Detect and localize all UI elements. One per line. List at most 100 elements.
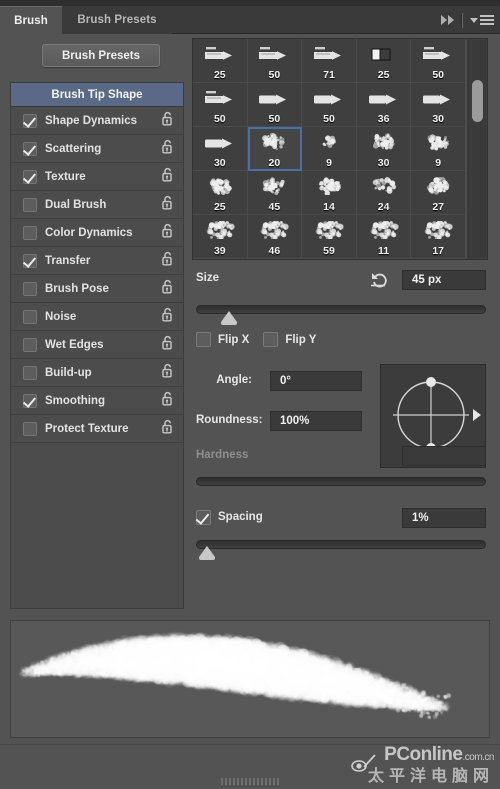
resize-grip[interactable] xyxy=(221,778,279,785)
spacing-slider-thumb[interactable] xyxy=(198,546,215,560)
lock-open-icon[interactable] xyxy=(161,279,174,299)
brush-tip-cell[interactable]: 14 xyxy=(302,171,357,215)
option-checkbox[interactable] xyxy=(23,337,37,352)
brush-tip-size: 30 xyxy=(213,157,226,169)
sidebar-item-wet-edges[interactable]: Wet Edges xyxy=(11,331,183,359)
sidebar-item-protect-texture[interactable]: Protect Texture xyxy=(11,415,183,443)
lock-open-icon[interactable] xyxy=(161,195,174,215)
double-chevron-right-icon[interactable] xyxy=(441,15,454,25)
reset-arrow-icon[interactable] xyxy=(370,270,390,288)
brush-tip-cell[interactable]: 27 xyxy=(411,171,466,215)
option-checkbox[interactable] xyxy=(23,309,37,324)
sidebar-item-texture[interactable]: Texture xyxy=(11,163,183,191)
angle-value-field[interactable]: 0° xyxy=(270,371,362,391)
brush-tip-cell[interactable]: 39 xyxy=(193,215,248,259)
lock-open-icon[interactable] xyxy=(161,251,174,271)
brush-tip-cell[interactable]: 24 xyxy=(356,171,412,215)
spacing-checkbox[interactable] xyxy=(196,510,211,525)
lock-open-icon[interactable] xyxy=(161,363,174,383)
brush-tip-cell[interactable]: 20 xyxy=(247,127,303,171)
spacing-value-field[interactable]: 1% xyxy=(402,508,486,528)
brush-tip-cell[interactable]: 11 xyxy=(356,215,412,259)
sidebar-item-smoothing[interactable]: Smoothing xyxy=(11,387,183,415)
option-checkbox[interactable] xyxy=(23,365,37,380)
brush-grid-scrollbar[interactable] xyxy=(466,40,486,258)
brush-tip-cell[interactable]: 17 xyxy=(411,215,466,259)
sidebar-item-transfer[interactable]: Transfer xyxy=(11,247,183,275)
size-slider-thumb[interactable] xyxy=(220,311,237,325)
sidebar-item-color-dynamics[interactable]: Color Dynamics xyxy=(11,219,183,247)
tab-brush-presets[interactable]: Brush Presets xyxy=(62,6,172,34)
panel-tab-bar: Brush Brush Presets xyxy=(0,6,500,34)
lock-open-icon[interactable] xyxy=(161,167,174,187)
option-label: Brush Pose xyxy=(45,282,109,295)
brush-tip-cell[interactable]: 45 xyxy=(247,171,303,215)
size-slider[interactable] xyxy=(196,305,486,325)
option-label: Build-up xyxy=(45,366,92,379)
sidebar-item-scattering[interactable]: Scattering xyxy=(11,135,183,163)
brush-tip-size: 9 xyxy=(326,157,332,169)
brush-tip-cell[interactable]: 71 xyxy=(302,39,357,83)
option-checkbox[interactable] xyxy=(23,393,37,408)
roundness-row: Roundness: 100% xyxy=(192,411,378,431)
size-value-field[interactable]: 45 px xyxy=(402,270,486,290)
brush-tip-cell[interactable]: 50 xyxy=(247,83,303,127)
sidebar-item-noise[interactable]: Noise xyxy=(11,303,183,331)
option-checkbox[interactable] xyxy=(23,225,37,240)
brush-preview-toggle-icon[interactable] xyxy=(350,753,380,775)
brush-tip-size: 46 xyxy=(268,245,281,257)
spacing-slider[interactable] xyxy=(196,540,486,560)
option-label: Scattering xyxy=(45,142,102,155)
brush-tip-size: 14 xyxy=(323,201,335,213)
brush-tip-cell[interactable]: 9 xyxy=(411,127,466,171)
panel-menu-icon[interactable] xyxy=(470,15,494,25)
flip-x-checkbox[interactable] xyxy=(196,332,211,347)
option-checkbox[interactable] xyxy=(23,421,37,436)
lock-open-icon[interactable] xyxy=(161,307,174,327)
lock-open-icon[interactable] xyxy=(161,139,174,159)
brush-tip-cell[interactable]: 36 xyxy=(356,83,412,127)
brush-tip-cell[interactable]: 30 xyxy=(356,127,412,171)
lock-open-icon[interactable] xyxy=(161,391,174,411)
lock-open-icon[interactable] xyxy=(161,335,174,355)
roundness-value-field[interactable]: 100% xyxy=(270,411,362,431)
lock-open-icon[interactable] xyxy=(161,111,174,131)
brush-tip-cell[interactable]: 25 xyxy=(193,39,248,83)
brush-tip-cell[interactable]: 50 xyxy=(302,83,357,127)
hardness-slider[interactable] xyxy=(196,477,486,486)
option-checkbox[interactable] xyxy=(23,113,37,128)
brush-tip-cell[interactable]: 50 xyxy=(247,39,303,83)
lock-open-icon[interactable] xyxy=(161,223,174,243)
brush-tip-size: 9 xyxy=(435,157,442,169)
option-checkbox[interactable] xyxy=(23,281,37,296)
sidebar-item-brush-pose[interactable]: Brush Pose xyxy=(11,275,183,303)
brush-tip-size: 50 xyxy=(432,69,445,81)
tab-brush[interactable]: Brush xyxy=(0,6,62,34)
sidebar-item-shape-dynamics[interactable]: Shape Dynamics xyxy=(11,107,183,135)
brush-tip-cell[interactable]: 50 xyxy=(411,39,466,83)
hardness-value-field[interactable] xyxy=(402,446,486,466)
brush-tip-cell[interactable]: 59 xyxy=(302,215,357,259)
brush-tip-cell[interactable]: 9 xyxy=(302,127,357,171)
sidebar-item-dual-brush[interactable]: Dual Brush xyxy=(11,191,183,219)
sidebar-item-build-up[interactable]: Build-up xyxy=(11,359,183,387)
option-checkbox[interactable] xyxy=(23,141,37,156)
flip-y-checkbox[interactable] xyxy=(263,332,279,347)
sidebar-item-brush-tip-shape[interactable]: Brush Tip Shape xyxy=(11,83,183,107)
brush-tip-cell[interactable]: 50 xyxy=(193,83,248,127)
option-checkbox[interactable] xyxy=(23,253,37,268)
brush-tip-cell[interactable]: 30 xyxy=(411,83,466,127)
brush-tip-size: 25 xyxy=(377,69,390,81)
option-checkbox[interactable] xyxy=(23,169,37,184)
brush-tip-cell[interactable]: 30 xyxy=(193,127,248,171)
lock-open-icon[interactable] xyxy=(161,419,174,439)
brush-tip-cell[interactable]: 46 xyxy=(247,215,303,259)
option-checkbox[interactable] xyxy=(23,197,37,212)
brush-tip-cell[interactable]: 25 xyxy=(356,39,412,83)
size-value: 45 px xyxy=(412,274,442,286)
brush-tip-cell[interactable]: 25 xyxy=(193,171,248,215)
brush-presets-button[interactable]: Brush Presets xyxy=(42,44,160,67)
watermark-domain: .com.cn xyxy=(462,752,494,763)
hardness-label: Hardness xyxy=(196,449,249,461)
brush-grid-scrollbar-thumb[interactable] xyxy=(472,80,483,122)
